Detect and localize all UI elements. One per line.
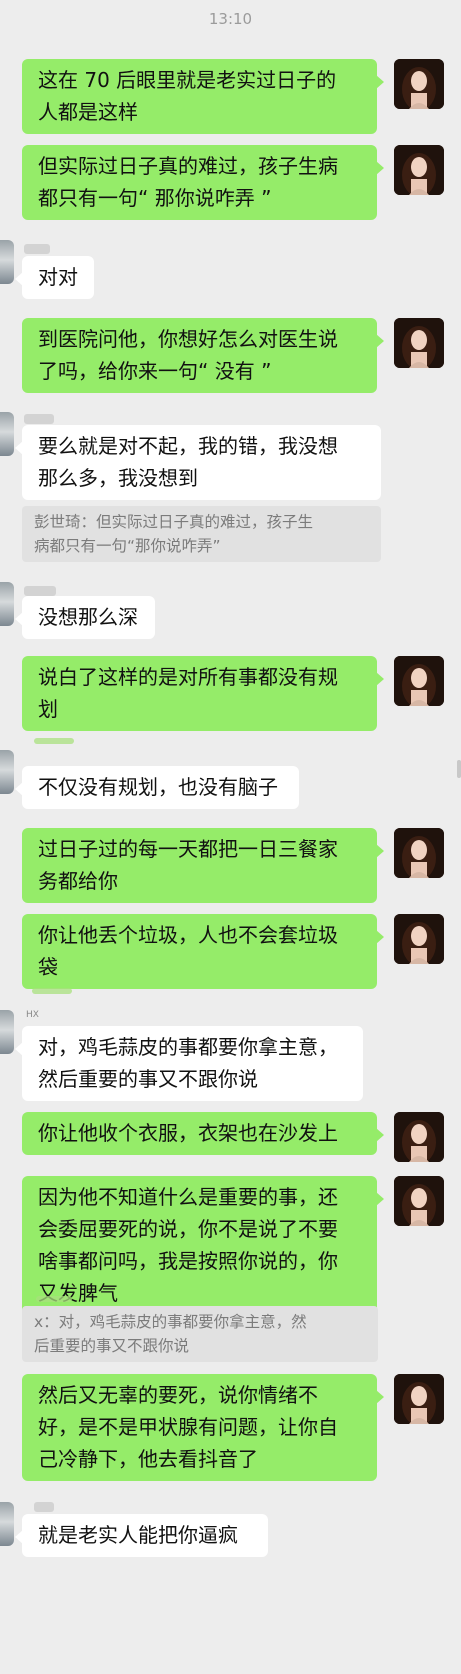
contact-avatar[interactable]	[0, 1010, 14, 1054]
message-bubble-sent[interactable]: 这在 70 后眼里就是老实过日子的 人都是这样	[22, 59, 384, 134]
my-avatar[interactable]	[394, 914, 444, 964]
chat-screen: 13:10 这在 70 后眼里就是老实过日子的 人都是这样 但实际过日子真的难过…	[0, 0, 461, 1674]
sender-name: HX	[26, 1010, 39, 1020]
contact-avatar[interactable]	[0, 750, 14, 794]
message-bubble-received[interactable]: 不仅没有规划，也没有脑子	[15, 766, 299, 809]
contact-avatar[interactable]	[0, 412, 14, 456]
my-avatar[interactable]	[394, 1176, 444, 1226]
message-bubble-sent[interactable]: 说白了这样的是对所有事都没有规 划	[22, 656, 384, 731]
message-bubble-sent[interactable]: 然后又无辜的要死，说你情绪不 好，是不是甲状腺有问题，让你自 己冷静下，他去看抖…	[22, 1374, 384, 1481]
sender-name-redacted	[34, 1502, 54, 1512]
my-avatar[interactable]	[394, 656, 444, 706]
sender-name-redacted	[24, 586, 56, 596]
quoted-reply[interactable]: x：对，鸡毛蒜皮的事都要你拿主意，然 后重要的事又不跟你说	[22, 1306, 378, 1362]
message-bubble-sent[interactable]: 过日子过的每一天都把一日三餐家 务都给你	[22, 828, 384, 903]
message-bubble-sent[interactable]: 你让他收个衣服，衣架也在沙发上	[22, 1112, 384, 1155]
timestamp: 13:10	[208, 10, 253, 28]
message-bubble-received[interactable]: 要么就是对不起，我的错，我没想 那么多，我没想到	[15, 425, 381, 500]
message-bubble-sent[interactable]: 但实际过日子真的难过，孩子生病 都只有一句“ 那你说咋弄 ”	[22, 145, 384, 220]
my-avatar[interactable]	[394, 1374, 444, 1424]
message-bubble-received[interactable]: 对对	[15, 256, 94, 299]
my-avatar[interactable]	[394, 318, 444, 368]
message-bubble-sent[interactable]: 到医院问他，你想好怎么对医生说 了吗，给你来一句“ 没有 ”	[22, 318, 384, 393]
my-avatar[interactable]	[394, 59, 444, 109]
sender-name-redacted	[24, 244, 50, 254]
message-bubble-sent[interactable]: 你让他丢个垃圾，人也不会套垃圾 袋	[22, 914, 384, 989]
quoted-reply[interactable]: 彭世琦：但实际过日子真的难过，孩子生 病都只有一句“那你说咋弄”	[22, 506, 381, 562]
contact-avatar[interactable]	[0, 240, 14, 284]
message-bubble-sent[interactable]: 因为他不知道什么是重要的事，还 会委屈要死的说，你不是说了不要 啥事都问吗，我是…	[22, 1176, 384, 1315]
scrollbar[interactable]	[457, 760, 461, 778]
my-avatar[interactable]	[394, 145, 444, 195]
message-bubble-received[interactable]: 对，鸡毛蒜皮的事都要你拿主意， 然后重要的事又不跟你说	[15, 1026, 363, 1101]
sender-name-redacted	[34, 738, 74, 744]
sender-name-redacted	[36, 1296, 72, 1302]
sender-name-redacted	[32, 988, 72, 994]
sender-name-redacted	[24, 414, 54, 424]
contact-avatar[interactable]	[0, 1502, 14, 1546]
contact-avatar[interactable]	[0, 582, 14, 626]
my-avatar[interactable]	[394, 828, 444, 878]
message-bubble-received[interactable]: 没想那么深	[15, 596, 155, 639]
message-bubble-received[interactable]: 就是老实人能把你逼疯	[15, 1514, 268, 1557]
my-avatar[interactable]	[394, 1112, 444, 1162]
